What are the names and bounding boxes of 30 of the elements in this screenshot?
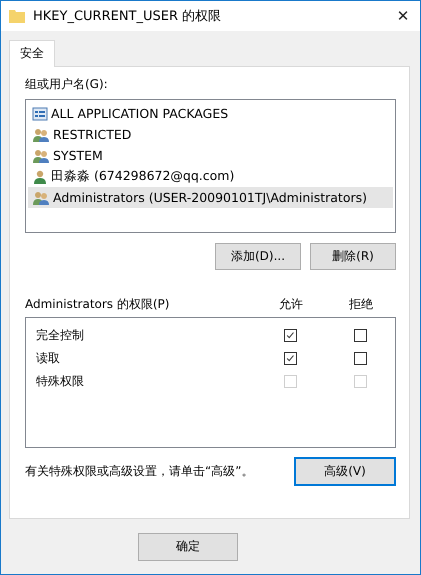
user-group-icon <box>32 148 50 164</box>
group-list-item[interactable]: ALL APPLICATION PACKAGES <box>28 103 393 124</box>
permission-name: 读取 <box>36 350 61 367</box>
list-button[interactable]: 添加(D)... <box>215 243 301 270</box>
app-packages-icon <box>32 106 48 122</box>
group-list-item[interactable]: SYSTEM <box>28 145 393 166</box>
groups-label: 组或用户名(G): <box>25 76 109 93</box>
tab[interactable]: 安全 <box>9 40 55 67</box>
checkbox[interactable] <box>354 329 366 342</box>
checkbox[interactable] <box>284 352 296 365</box>
permission-name: 完全控制 <box>36 327 85 344</box>
permission-name: 特殊权限 <box>36 373 85 390</box>
group-list-item[interactable]: RESTRICTED <box>28 124 393 145</box>
advanced-note: 有关特殊权限或高级设置，请单击“高级”。 <box>25 463 254 480</box>
ok-button[interactable]: 确定 <box>138 532 238 560</box>
advanced-button[interactable]: 高级(V) <box>294 457 396 486</box>
user-icon <box>32 168 48 184</box>
column-header: 允许 <box>278 296 304 313</box>
close-button[interactable]: ✕ <box>386 7 420 25</box>
list-button[interactable]: 删除(R) <box>310 243 396 270</box>
group-list-item[interactable]: 田淼淼 (674298672@qq.com) <box>28 166 393 187</box>
column-header: 拒绝 <box>348 296 374 313</box>
group-list-item[interactable]: Administrators (USER-20090101TJ\Administrators) <box>28 187 393 208</box>
user-group-icon <box>32 126 50 142</box>
checkbox[interactable] <box>354 352 366 365</box>
folder-icon <box>9 9 25 23</box>
permissions-label: Administrators 的权限(P) <box>25 296 170 313</box>
checkbox[interactable] <box>284 329 296 342</box>
window-title: HKEY_CURRENT_USER 的权限 <box>33 8 222 25</box>
user-group-icon <box>32 190 50 206</box>
